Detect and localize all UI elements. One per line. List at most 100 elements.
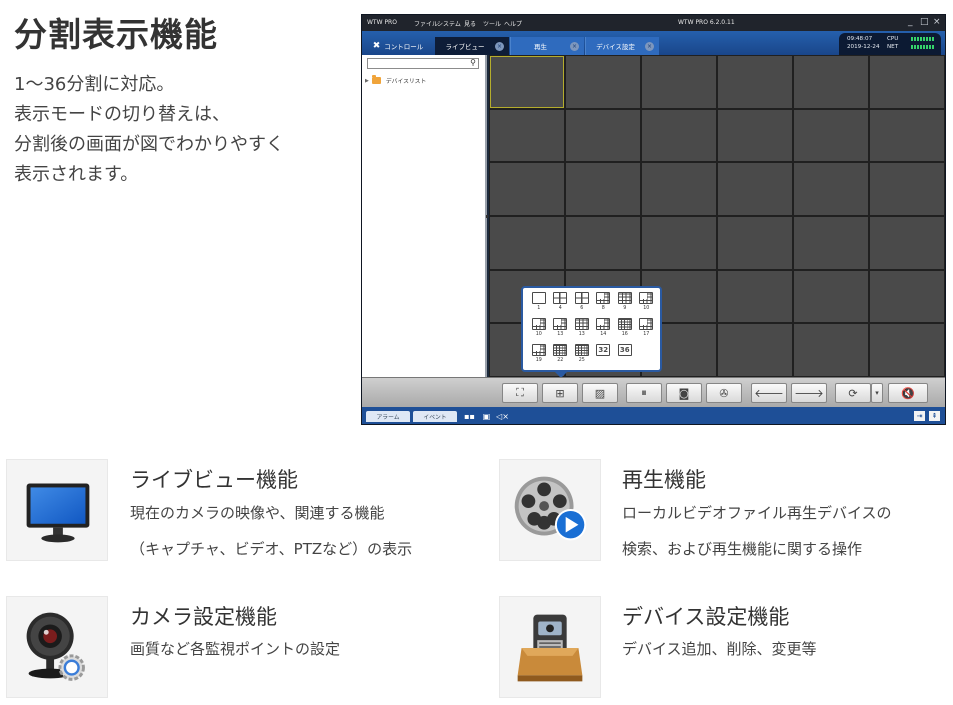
layout-option-4[interactable]: 8 [593, 292, 615, 318]
video-cell[interactable] [642, 109, 716, 162]
fullscreen-button[interactable]: ⛶ [502, 383, 538, 403]
reel-button[interactable]: ✇ [706, 383, 742, 403]
app-name: WTW PRO [367, 19, 397, 26]
layout-option-1[interactable]: 1 [528, 292, 550, 318]
layout-option-7[interactable]: 10 [528, 318, 550, 344]
pin-icon[interactable]: ⇥ [914, 411, 925, 421]
refresh-button[interactable]: ⟳ [835, 383, 871, 403]
app-window-screenshot: WTW PRO ファイル システム 見る ツール ヘルプ WTW PRO 6.2… [361, 14, 946, 425]
status-tab-event[interactable]: イベント [413, 411, 457, 422]
video-cell[interactable] [718, 217, 792, 269]
dropdown-icon: ▾ [875, 389, 879, 397]
video-cell[interactable] [566, 163, 640, 215]
tab-close-icon[interactable]: × [495, 42, 504, 51]
feature-title-playback: 再生機能 [622, 468, 706, 492]
layout-option-3[interactable]: 6 [571, 292, 593, 318]
feature-title-live-view: ライブビュー機能 [130, 468, 298, 492]
video-cell[interactable] [490, 217, 564, 269]
layout-option-10[interactable]: 14 [593, 318, 615, 344]
video-cell[interactable] [490, 109, 564, 162]
layout-option-5[interactable]: 9 [614, 292, 636, 318]
video-cell[interactable] [870, 324, 944, 376]
video-cell[interactable] [718, 56, 792, 108]
layout-option-12[interactable]: 17 [636, 318, 658, 344]
tab-close-icon[interactable]: × [645, 42, 654, 51]
video-cell[interactable] [490, 56, 564, 108]
video-cell[interactable] [794, 324, 868, 376]
tab-live-view[interactable]: ライブビュー × [435, 37, 509, 55]
splitter-handle[interactable] [486, 215, 488, 218]
minimize-button[interactable]: _ [908, 17, 913, 27]
video-cell[interactable] [642, 217, 716, 269]
video-cell[interactable] [794, 56, 868, 108]
tab-close-icon[interactable]: × [570, 42, 579, 51]
arrow-right-button[interactable]: 🡒 [791, 383, 827, 403]
message-icon[interactable]: ▪▪ [464, 411, 475, 421]
speaker-mute-icon[interactable]: ◁× [496, 411, 509, 421]
menu-tools[interactable]: ツール [483, 19, 501, 28]
camera-snapshot-button[interactable]: ◙ [666, 383, 702, 403]
video-cell[interactable] [870, 217, 944, 269]
video-cell[interactable] [794, 163, 868, 215]
search-icon[interactable]: ⚲ [470, 58, 476, 67]
video-cell[interactable] [794, 109, 868, 162]
close-button[interactable]: × [933, 17, 941, 27]
layout-option-label: 9 [623, 306, 627, 311]
layout-option-label: 4 [558, 306, 562, 311]
video-cell[interactable] [566, 109, 640, 162]
video-cell[interactable] [870, 56, 944, 108]
layout-16-icon [617, 318, 632, 330]
video-cell[interactable] [794, 217, 868, 269]
layout-option-6[interactable]: 10 [636, 292, 658, 318]
video-cell[interactable] [642, 56, 716, 108]
app-version: WTW PRO 6.2.0.11 [678, 19, 735, 26]
pause-button[interactable]: ⏸ [626, 383, 662, 403]
video-cell[interactable] [718, 324, 792, 376]
video-cell[interactable] [870, 109, 944, 162]
layout-option-15[interactable]: 25 [571, 344, 593, 370]
menu-system[interactable]: システム [437, 19, 461, 28]
tab-device-settings[interactable]: デバイス設定 × [585, 37, 659, 55]
video-cell[interactable] [718, 163, 792, 215]
tab-playback[interactable]: 再生 × [510, 37, 584, 55]
video-cell[interactable] [794, 270, 868, 323]
video-cell[interactable] [566, 56, 640, 108]
mute-icon: 🔇 [901, 386, 915, 400]
layout-option-2[interactable]: 4 [550, 292, 572, 318]
layout-option-8[interactable]: 13 [550, 318, 572, 344]
playback-image [499, 459, 601, 561]
intro-text: 1〜36分割に対応。 表示モードの切り替えは、 分割後の画面が図でわかりやすく … [14, 70, 284, 190]
video-cell[interactable] [718, 270, 792, 323]
layout-option-label: 16 [621, 332, 628, 337]
layout-option-9[interactable]: 13 [571, 318, 593, 344]
layout-split-button[interactable]: ⊞ [542, 383, 578, 403]
layout-option-11[interactable]: 16 [614, 318, 636, 344]
video-cell[interactable] [870, 270, 944, 323]
layout-option-13[interactable]: 19 [528, 344, 550, 370]
menu-file[interactable]: ファイル [414, 19, 438, 28]
tab-control[interactable]: ✖ コントロール [362, 37, 434, 55]
video-cell[interactable] [642, 163, 716, 215]
status-tab-alarm[interactable]: アラーム [366, 411, 410, 422]
menu-view[interactable]: 見る [464, 19, 476, 28]
expand-arrow-icon[interactable]: ▶ [365, 78, 369, 84]
video-cell[interactable] [718, 109, 792, 162]
image-icon[interactable]: ▣ [481, 411, 492, 421]
video-cell[interactable] [490, 163, 564, 215]
layout-option-16[interactable]: 32 [593, 344, 615, 370]
video-cell[interactable] [870, 163, 944, 215]
arrow-left-button[interactable]: 🡐 [751, 383, 787, 403]
net-meter [911, 45, 935, 49]
dropdown-button[interactable]: ▾ [871, 383, 883, 403]
image-search-button[interactable]: ▨ [582, 383, 618, 403]
maximize-button[interactable]: □ [920, 17, 929, 27]
mute-button[interactable]: 🔇 [888, 383, 928, 403]
collapse-icon[interactable]: ⇞ [929, 411, 940, 421]
device-tree-panel: ⚲ ▶ デバイスリスト [362, 55, 487, 377]
device-search-input[interactable]: ⚲ [367, 58, 479, 69]
layout-option-17[interactable]: 36 [614, 344, 636, 370]
tree-item-device-list[interactable]: ▶ デバイスリスト [365, 75, 426, 85]
video-cell[interactable] [566, 217, 640, 269]
menu-help[interactable]: ヘルプ [504, 19, 522, 28]
layout-option-14[interactable]: 22 [550, 344, 572, 370]
